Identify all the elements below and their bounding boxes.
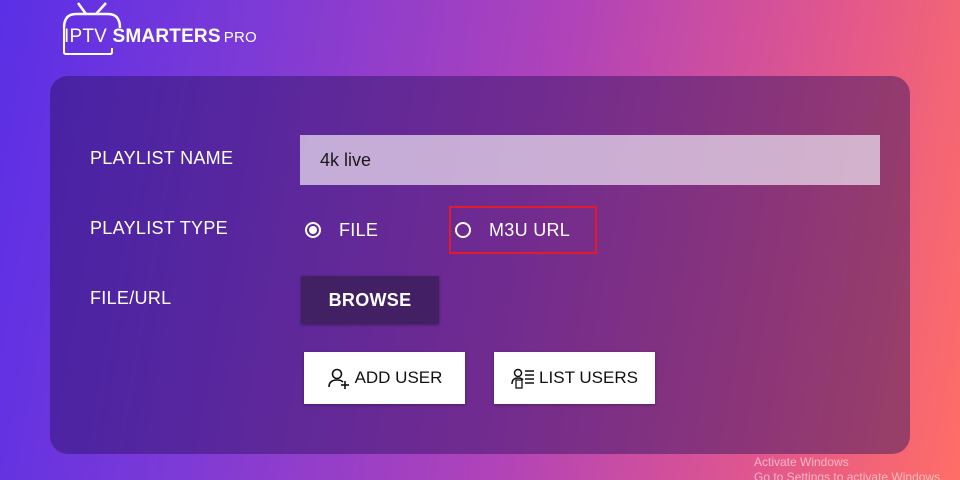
add-user-label: ADD USER [354,368,443,387]
logo-pro: PRO [223,29,257,46]
radio-file[interactable]: FILE [305,215,378,245]
playlist-name-input[interactable]: 4k live [300,135,880,185]
radio-unselected-icon [455,222,471,238]
list-users-label: LIST USERS [539,368,638,387]
activate-windows-watermark: Activate Windows Go to Settings to activ… [754,455,943,480]
tv-bracket-icon [63,26,113,55]
radio-m3u-label: M3U URL [489,219,571,240]
watermark-line2: Go to Settings to activate Windows. [754,470,944,480]
radio-m3u-url[interactable]: M3U URL [455,215,570,245]
list-users-button[interactable]: LIST USERS [494,352,655,404]
watermark-line1: Activate Windows [754,455,849,469]
list-users-icon [511,368,535,389]
app-logo: IPTV SMARTERS PRO [62,0,262,56]
radio-selected-icon [305,222,321,238]
add-user-icon [327,368,349,389]
radio-file-label: FILE [339,219,379,240]
logo-smarters: SMARTERS [112,26,221,47]
add-user-button[interactable]: ADD USER [304,352,465,404]
playlist-name-label: PLAYLIST NAME [90,148,234,168]
playlist-form-card: PLAYLIST NAME 4k live PLAYLIST TYPE FILE… [50,76,910,454]
playlist-type-label: PLAYLIST TYPE [90,218,228,238]
browse-button[interactable]: BROWSE [301,276,439,324]
file-url-label: FILE/URL [90,288,172,308]
